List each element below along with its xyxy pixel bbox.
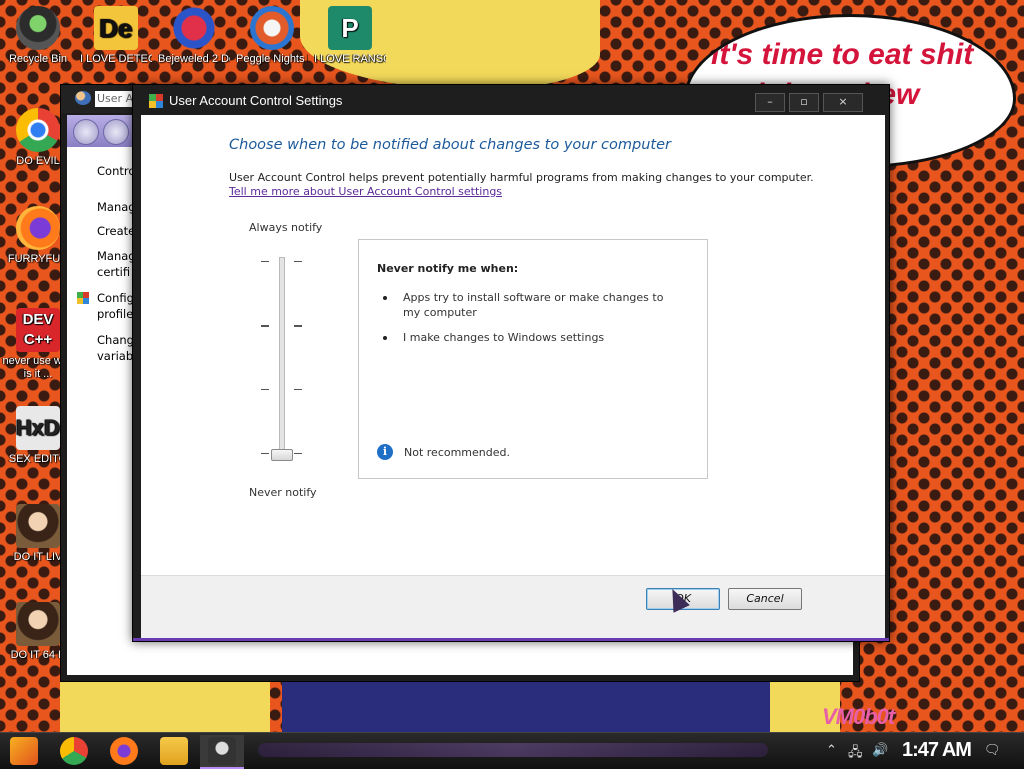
file-explorer-icon[interactable] — [160, 737, 188, 765]
firefox-icon[interactable] — [110, 737, 138, 765]
info-item: Apps try to install software or make cha… — [403, 291, 664, 319]
slider-tick — [261, 261, 269, 262]
sidebar-link[interactable]: Change variabl — [97, 332, 141, 364]
taskbar-active-app[interactable] — [200, 735, 244, 769]
page-heading: Choose when to be notified about changes… — [229, 137, 671, 153]
start-icon[interactable] — [10, 737, 38, 765]
slider-tick — [261, 389, 269, 390]
dialog-body: Choose when to be notified about changes… — [141, 115, 885, 639]
slider-tick — [261, 453, 269, 454]
taskbar: ⌃ 🖧 🔊 1:47 AM 🗨 — [0, 732, 1024, 769]
chrome-icon — [16, 108, 60, 152]
slider-tick — [294, 389, 302, 390]
hxd-icon: HxD — [16, 406, 60, 450]
navigation-bar — [67, 115, 137, 147]
description-text: User Account Control helps prevent poten… — [229, 171, 814, 184]
shield-icon — [77, 292, 89, 304]
wallpaper-art — [60, 680, 270, 732]
bejeweled-icon — [172, 6, 216, 50]
users-icon — [75, 91, 91, 105]
desktop-icon-peggle[interactable]: Peggle Nights Deluxe — [236, 6, 308, 66]
minimize-button[interactable]: – — [755, 93, 785, 112]
sidebar-link[interactable]: Manag certifi — [97, 248, 137, 280]
peggle-icon — [250, 6, 294, 50]
dialog-footer: OK Cancel — [141, 575, 885, 639]
sidebar-link[interactable]: Create — [97, 223, 135, 239]
notification-level-slider[interactable] — [279, 257, 285, 457]
desktop-icon-detect-it-easy[interactable]: De I LOVE DETECTING — [80, 6, 152, 66]
uac-shield-icon — [149, 94, 163, 108]
desktop-icon-recycle-bin[interactable]: Recycle Bin — [2, 6, 74, 66]
chrome-icon[interactable] — [60, 737, 88, 765]
info-title: Never notify me when: — [377, 262, 519, 275]
forward-button[interactable] — [103, 119, 129, 145]
notification-icon[interactable]: 🗨 — [984, 743, 1001, 758]
back-button[interactable] — [73, 119, 99, 145]
chevron-up-icon[interactable]: ⌃ — [826, 743, 837, 758]
bullet-icon — [383, 296, 387, 300]
desktop-icon-bejeweled[interactable]: Bejeweled 2 Deluxe — [158, 6, 230, 66]
learn-more-link[interactable]: Tell me more about User Account Control … — [229, 185, 502, 198]
uac-settings-dialog[interactable]: User Account Control Settings – ▫ × Choo… — [132, 84, 890, 642]
wallpaper-art — [282, 680, 772, 732]
publisher-icon: P — [328, 6, 372, 50]
slider-top-label: Always notify — [249, 221, 323, 234]
volume-icon[interactable]: 🔊 — [872, 743, 888, 758]
dialog-title: User Account Control Settings — [169, 93, 343, 108]
sidebar-link[interactable]: Config profile — [97, 290, 137, 322]
cancel-button[interactable]: Cancel — [728, 588, 802, 610]
taskbar-clock[interactable]: 1:47 AM — [902, 739, 972, 762]
maximize-button[interactable]: ▫ — [789, 93, 819, 112]
recommendation-note: Not recommended. — [404, 446, 510, 459]
slider-tick — [294, 261, 302, 262]
recycle-bin-icon — [16, 6, 60, 50]
uac-window-icon — [208, 737, 236, 765]
taskbar-decoration — [258, 743, 768, 757]
firefox-icon — [16, 206, 60, 250]
bullet-icon — [383, 336, 387, 340]
slider-tick — [294, 325, 302, 327]
slider-tick — [261, 325, 269, 327]
sidebar-link[interactable]: Manag — [97, 199, 136, 215]
slider-tick — [294, 453, 302, 454]
slider-thumb[interactable] — [271, 449, 293, 461]
window-accent-border — [133, 638, 889, 641]
detect-it-easy-icon: De — [94, 6, 138, 50]
slider-bottom-label: Never notify — [249, 486, 317, 499]
sidebar-link[interactable]: Contro — [97, 163, 135, 179]
info-item: I make changes to Windows settings — [403, 331, 605, 344]
desktop-icon-publisher[interactable]: P I LOVE RANSOMWARE — [314, 6, 386, 66]
close-button[interactable]: × — [823, 93, 863, 112]
portrait-icon — [16, 504, 60, 548]
info-icon: i — [377, 444, 393, 460]
wallpaper-signature: VM0b0t — [822, 704, 895, 729]
devcpp-icon: DEV C++ — [16, 308, 60, 352]
level-description-box: Never notify me when: Apps try to instal… — [358, 239, 708, 479]
portrait-64-icon — [16, 602, 60, 646]
network-icon[interactable]: 🖧 — [848, 743, 863, 765]
